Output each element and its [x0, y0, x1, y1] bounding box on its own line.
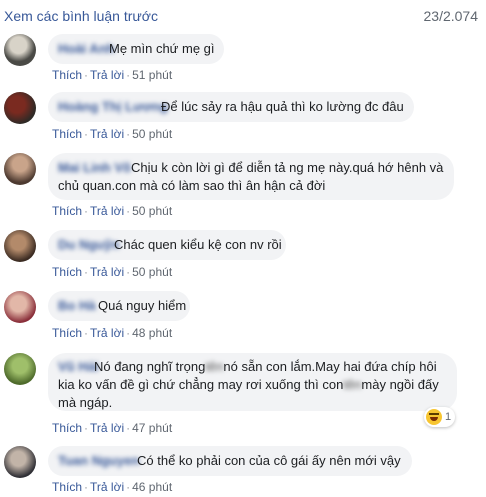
- avatar[interactable]: [4, 34, 36, 66]
- comment-time: 50 phút: [132, 204, 173, 218]
- comment-time: 51 phút: [132, 68, 173, 82]
- redacted-text: tên: [343, 377, 362, 392]
- reply-link[interactable]: Trả lời: [90, 68, 124, 82]
- comment-bubble: Tuan Nguyen Có thể ko phải con của cô gá…: [48, 446, 412, 476]
- comment-actions: Thích · Trả lời · 48 phút: [52, 326, 173, 340]
- comment-time: 47 phút: [132, 421, 173, 435]
- comment-bubble: Du Nguỹn Chác quen kiểu kệ con nv rồi: [48, 230, 286, 260]
- comment-actions: Thích · Trả lời · 47 phút: [52, 421, 173, 435]
- comment-text: Quá nguy hiểm: [98, 298, 187, 313]
- like-link[interactable]: Thích: [52, 480, 82, 494]
- comment-text: Có thể ko phải con của cô gái ấy nên mới…: [137, 453, 401, 468]
- comment-actions: Thích · Trả lời · 46 phút: [52, 480, 173, 494]
- comment-text-line: Nó đang nghĩ trọngtênnó sẵn con lắm.May …: [94, 359, 437, 374]
- comment-text-line: mà ngáp.: [58, 395, 113, 410]
- avatar[interactable]: [4, 353, 36, 385]
- comment-time: 48 phút: [132, 326, 173, 340]
- reply-link[interactable]: Trả lời: [90, 265, 124, 279]
- comment-time: 46 phút: [132, 480, 173, 494]
- avatar[interactable]: [4, 446, 36, 478]
- comment-actions: Thích · Trả lời · 50 phút: [52, 204, 173, 218]
- like-link[interactable]: Thích: [52, 265, 82, 279]
- comment-author[interactable]: Du Nguỹn: [58, 236, 119, 254]
- comment-author[interactable]: Hoàng Thị Lương: [58, 98, 168, 116]
- like-link[interactable]: Thích: [52, 127, 82, 141]
- comments-header: Xem các bình luận trước 23/2.074: [4, 8, 482, 26]
- avatar[interactable]: [4, 92, 36, 124]
- comment-text-line: Chịu k còn lời gì để diễn tả ng mẹ này.q…: [131, 160, 444, 175]
- like-link[interactable]: Thích: [52, 421, 82, 435]
- comment-text: Để lúc sảy ra hậu quả thì ko lường đc đâ…: [161, 99, 404, 114]
- comment-text: Chác quen kiểu kệ con nv rồi: [114, 237, 282, 252]
- haha-reaction-icon: [426, 409, 442, 425]
- avatar[interactable]: [4, 153, 36, 185]
- comment-time: 50 phút: [132, 265, 173, 279]
- redacted-text: tên: [205, 359, 224, 374]
- comment-text-line: kia ko vấn đề gì chứ chẳng may rơi xuống…: [58, 377, 439, 392]
- comment-time: 50 phút: [132, 127, 173, 141]
- comment-actions: Thích · Trả lời · 50 phút: [52, 127, 173, 141]
- like-link[interactable]: Thích: [52, 326, 82, 340]
- reply-link[interactable]: Trả lời: [90, 326, 124, 340]
- comment-author[interactable]: Mai Linh Võ: [58, 159, 131, 177]
- reply-link[interactable]: Trả lời: [90, 480, 124, 494]
- reply-link[interactable]: Trả lời: [90, 204, 124, 218]
- comment-author[interactable]: Hoài Anh: [58, 40, 115, 58]
- like-link[interactable]: Thích: [52, 204, 82, 218]
- comment-text-line: chủ quan.con mà có làm sao thì ân hận cả…: [58, 178, 326, 193]
- comment-actions: Thích · Trả lời · 50 phút: [52, 265, 173, 279]
- reaction-count: 1: [445, 411, 452, 423]
- avatar[interactable]: [4, 230, 36, 262]
- comment-bubble: Mai Linh Võ Chịu k còn lời gì để diễn tả…: [48, 153, 454, 200]
- comment-text: Mẹ mìn chứ mẹ gì: [109, 41, 215, 56]
- comment-bubble: Hoài Anh Mẹ mìn chứ mẹ gì: [48, 34, 224, 64]
- comment-author[interactable]: Vũ Hải: [58, 358, 98, 376]
- reaction-summary[interactable]: 1: [424, 407, 456, 427]
- avatar[interactable]: [4, 291, 36, 323]
- comment-bubble: Bo Hà Quá nguy hiểm: [48, 291, 190, 321]
- comment-bubble: Hoàng Thị Lương Để lúc sảy ra hậu quả th…: [48, 92, 414, 122]
- comment-actions: Thích · Trả lời · 51 phút: [52, 68, 173, 82]
- reply-link[interactable]: Trả lời: [90, 127, 124, 141]
- comment-author[interactable]: Tuan Nguyen: [58, 452, 139, 470]
- reply-link[interactable]: Trả lời: [90, 421, 124, 435]
- like-link[interactable]: Thích: [52, 68, 82, 82]
- comment-count: 23/2.074: [423, 8, 479, 24]
- comment-author[interactable]: Bo Hà: [58, 297, 96, 315]
- view-previous-comments-link[interactable]: Xem các bình luận trước: [4, 8, 158, 24]
- comment-bubble: Vũ Hải Nó đang nghĩ trọngtênnó sẵn con l…: [48, 353, 457, 411]
